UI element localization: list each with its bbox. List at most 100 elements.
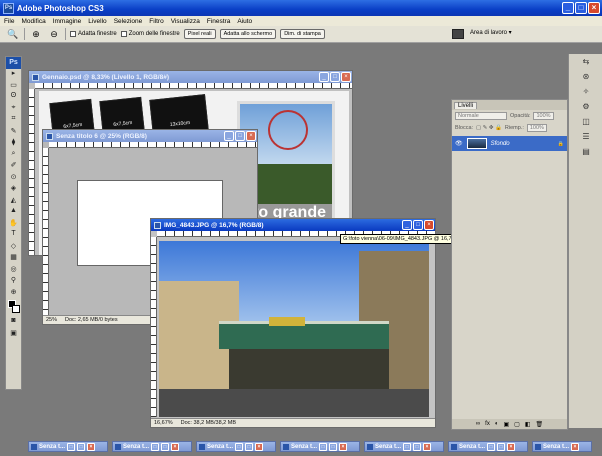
zoom-all-checkbox[interactable]: Zoom delle finestre <box>120 31 180 37</box>
photo-canvas[interactable] <box>159 241 429 417</box>
doc-minimize-button[interactable]: _ <box>224 131 234 141</box>
doc-close-button[interactable]: × <box>246 131 256 141</box>
menu-modifica[interactable]: Modifica <box>21 18 45 25</box>
history-icon[interactable]: ☰ <box>579 132 593 144</box>
minimized-window[interactable]: Senza t... □ □ × <box>364 441 444 452</box>
minimized-window[interactable]: Senza t... □ □ × <box>112 441 192 452</box>
dodge-tool-icon[interactable]: ▲ <box>6 207 21 219</box>
hand-tool-icon[interactable]: ✋ <box>6 219 21 231</box>
doc-close-button[interactable]: × <box>424 220 434 230</box>
color-swatches[interactable] <box>6 299 21 317</box>
maximize-button[interactable]: □ <box>77 442 86 451</box>
minimized-window[interactable]: Senza t... × <box>532 441 592 452</box>
zoom-level[interactable]: 25% <box>46 317 57 323</box>
zoom-tool-icon[interactable]: 🔍 <box>6 28 20 40</box>
swatches-icon[interactable]: ⚙ <box>579 102 593 114</box>
close-button[interactable]: × <box>87 442 96 451</box>
menu-livello[interactable]: Livello <box>88 18 106 25</box>
toolbox-logo[interactable]: Ps <box>6 57 21 69</box>
layer-mask-icon[interactable]: ▣ <box>503 421 509 428</box>
info-icon[interactable]: ⊛ <box>579 72 593 84</box>
menu-immagine[interactable]: Immagine <box>53 18 82 25</box>
document-title-bar[interactable]: Gennaio.psd @ 8,33% (Livello 1, RGB/8#) <box>29 71 352 83</box>
doc-close-button[interactable]: × <box>341 72 351 82</box>
workspace-dropdown[interactable]: Area di lavoro ▾ <box>470 29 512 36</box>
menu-selezione[interactable]: Selezione <box>114 18 143 25</box>
navigator-icon[interactable]: ⇆ <box>579 57 593 69</box>
new-layer-icon[interactable]: ◧ <box>525 421 531 428</box>
restore-button[interactable]: □ <box>67 442 76 451</box>
blend-mode-select[interactable]: Normale <box>455 112 507 120</box>
notes-tool-icon[interactable]: ◎ <box>6 265 21 277</box>
zoom-out-icon[interactable]: ⊖ <box>47 28 61 40</box>
link-layers-icon[interactable]: ∞ <box>476 421 480 427</box>
close-button[interactable]: × <box>507 442 516 451</box>
styles-icon[interactable]: ◫ <box>579 117 593 129</box>
zoom-tool-box-icon[interactable]: ⊕ <box>6 288 21 300</box>
maximize-button[interactable]: □ <box>413 442 422 451</box>
doc-minimize-button[interactable]: _ <box>402 220 412 230</box>
document-window-img-4843[interactable]: IMG_4843.JPG @ 16,7% (RGB/8) _ □ × 16,67… <box>150 218 436 428</box>
restore-button[interactable]: □ <box>235 442 244 451</box>
document-title-bar[interactable]: IMG_4843.JPG @ 16,7% (RGB/8) <box>151 219 435 231</box>
new-group-icon[interactable]: ▢ <box>514 421 520 428</box>
menu-finestra[interactable]: Finestra <box>207 18 230 25</box>
restore-button[interactable]: □ <box>487 442 496 451</box>
magic-wand-tool-icon[interactable]: ⌖ <box>6 104 21 116</box>
maximize-button[interactable]: □ <box>575 2 587 14</box>
fill-field[interactable]: 100% <box>526 124 547 132</box>
delete-layer-icon[interactable]: 🗑 <box>535 421 543 428</box>
close-button[interactable]: × <box>171 442 180 451</box>
shape-tool-icon[interactable]: ▦ <box>6 253 21 265</box>
tab-layers[interactable]: Livelli <box>454 101 478 109</box>
stamp-tool-icon[interactable]: ⧫ <box>6 138 21 150</box>
restore-button[interactable]: □ <box>319 442 328 451</box>
pen-tool-icon[interactable]: ◇ <box>6 242 21 254</box>
move-tool-icon[interactable]: ▸ <box>6 69 21 81</box>
doc-maximize-button[interactable]: □ <box>413 220 423 230</box>
background-color[interactable] <box>12 305 20 313</box>
color-icon[interactable]: ✧ <box>579 87 593 99</box>
opacity-field[interactable]: 100% <box>533 112 554 120</box>
close-button[interactable]: × <box>423 442 432 451</box>
quick-mask-icon[interactable]: ◙ <box>6 317 21 329</box>
restore-button[interactable]: □ <box>151 442 160 451</box>
healing-tool-icon[interactable]: ⌕ <box>6 150 21 162</box>
adjustment-layer-icon[interactable]: ◐ <box>495 421 499 427</box>
menu-visualizza[interactable]: Visualizza <box>171 18 200 25</box>
lasso-tool-icon[interactable]: ʘ <box>6 92 21 104</box>
restore-button[interactable]: □ <box>403 442 412 451</box>
lock-icons[interactable]: ▢ ✎ ✥ 🔒 <box>476 125 502 131</box>
eraser-tool-icon[interactable]: ⊙ <box>6 173 21 185</box>
close-button[interactable]: × <box>571 442 580 451</box>
doc-maximize-button[interactable]: □ <box>330 72 340 82</box>
marquee-tool-icon[interactable]: ▭ <box>6 81 21 93</box>
maximize-button[interactable]: □ <box>329 442 338 451</box>
zoom-in-icon[interactable]: ⊕ <box>29 28 43 40</box>
eyedropper-tool-icon[interactable]: ⚲ <box>6 276 21 288</box>
minimized-window[interactable]: Senza t... □ □ × <box>280 441 360 452</box>
zoom-level[interactable]: 16,67% <box>154 420 173 426</box>
maximize-button[interactable]: □ <box>161 442 170 451</box>
visibility-eye-icon[interactable]: 👁 <box>455 140 463 147</box>
layer-style-icon[interactable]: fx <box>485 421 490 427</box>
palette-well-icon[interactable] <box>452 29 464 39</box>
pencil-tool-icon[interactable]: ✐ <box>6 161 21 173</box>
layer-row[interactable]: 👁 Sfondo 🔒 <box>452 136 567 151</box>
menu-aiuto[interactable]: Aiuto <box>237 18 252 25</box>
close-button[interactable]: × <box>255 442 264 451</box>
maximize-button[interactable]: □ <box>497 442 506 451</box>
print-size-button[interactable]: Dim. di stampa <box>280 29 325 39</box>
actions-icon[interactable]: ▤ <box>579 147 593 159</box>
crop-tool-icon[interactable]: ⌗ <box>6 115 21 127</box>
minimize-button[interactable]: _ <box>562 2 574 14</box>
brush-tool-icon[interactable]: ✎ <box>6 127 21 139</box>
actual-pixels-button[interactable]: Pixel reali <box>183 29 216 39</box>
doc-maximize-button[interactable]: □ <box>235 131 245 141</box>
maximize-button[interactable]: □ <box>245 442 254 451</box>
blur-tool-icon[interactable]: ◭ <box>6 196 21 208</box>
doc-minimize-button[interactable]: _ <box>319 72 329 82</box>
type-tool-icon[interactable]: T <box>6 230 21 242</box>
fit-windows-checkbox[interactable]: Adatta finestre <box>70 31 117 37</box>
menu-file[interactable]: File <box>4 18 14 25</box>
